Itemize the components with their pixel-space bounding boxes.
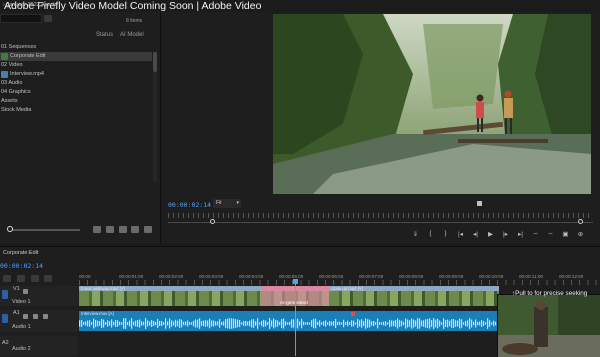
zoom-select[interactable]: Fit ▾ bbox=[213, 199, 241, 208]
column-header-ai-model[interactable]: AI Model bbox=[120, 32, 144, 38]
ruler-label: 00:00:08:00 bbox=[399, 274, 424, 279]
ai-generated-badge: AI-generated bbox=[280, 301, 308, 306]
video-clip[interactable]: close up.mp4 [V] bbox=[329, 286, 499, 306]
ruler-label: 00:00:09:00 bbox=[439, 274, 464, 279]
ruler-label: 00:00:12:00 bbox=[559, 274, 584, 279]
bin-path: January 2022 Assets bbox=[6, 2, 58, 8]
audio-clip[interactable]: Interview.mov [A] bbox=[79, 311, 499, 331]
tab-menu-icon[interactable]: ≡ bbox=[28, 250, 31, 256]
search-icon[interactable] bbox=[106, 226, 114, 233]
forest-scene-image bbox=[273, 14, 591, 194]
track-target-a1[interactable] bbox=[2, 314, 8, 323]
seeking-tip: ↑Pull to for precise seeking bbox=[512, 290, 588, 297]
effect-marker-icon bbox=[351, 312, 355, 316]
project-list: 01 Sequences Corporate Edit 02 Video Int… bbox=[0, 43, 152, 115]
track-name-a2: Audio 2 bbox=[12, 346, 31, 352]
playhead[interactable] bbox=[295, 284, 296, 356]
track-target-v1[interactable] bbox=[2, 290, 8, 299]
go-to-in-icon[interactable]: |◂ bbox=[457, 230, 464, 238]
track-id-v1: V1 bbox=[13, 286, 20, 292]
extract-icon[interactable]: ⇔ bbox=[547, 230, 554, 237]
list-item[interactable]: 04 Graphics bbox=[0, 88, 152, 97]
list-item[interactable]: 02 Video bbox=[0, 61, 152, 70]
list-item[interactable]: 03 Audio bbox=[0, 79, 152, 88]
monitor-ruler[interactable] bbox=[168, 213, 593, 218]
list-item[interactable]: Interview.mp4 bbox=[0, 70, 152, 79]
step-back-icon[interactable]: ◂| bbox=[472, 230, 479, 238]
linked-selection-icon[interactable] bbox=[17, 275, 25, 282]
zoom-handle-right[interactable] bbox=[578, 219, 583, 224]
mark-in-icon[interactable]: { bbox=[427, 230, 434, 237]
monitor-settings-icon[interactable] bbox=[477, 201, 482, 206]
bin-breadcrumb[interactable]: › January 2022 Assets bbox=[3, 2, 57, 8]
solo-icon[interactable] bbox=[33, 314, 38, 319]
folder-icon[interactable] bbox=[131, 226, 139, 233]
new-item-icon[interactable] bbox=[119, 226, 127, 233]
list-item[interactable]: 01 Sequences bbox=[0, 43, 152, 52]
ruler-label: 00:00:06:00 bbox=[319, 274, 344, 279]
ruler-label: 00:00:05:00 bbox=[279, 274, 304, 279]
add-button-icon[interactable]: ⊕ bbox=[577, 230, 584, 238]
list-item[interactable]: Assets bbox=[0, 97, 152, 106]
step-forward-icon[interactable]: |▸ bbox=[502, 230, 509, 238]
tab-sequence[interactable]: Corporate Edit bbox=[3, 250, 38, 256]
ruler-label: 00:00:07:00 bbox=[359, 274, 384, 279]
play-icon[interactable]: ▶ bbox=[487, 230, 494, 238]
ruler-label: 00:00:03:00 bbox=[199, 274, 224, 279]
pencil-icon[interactable] bbox=[93, 226, 101, 233]
track-id-a1: A1 bbox=[13, 310, 20, 316]
wrench-icon[interactable] bbox=[44, 275, 52, 282]
video-clip[interactable]: forest walkway.mp4 [V] bbox=[79, 286, 261, 306]
track-name-v1: Video 1 bbox=[12, 299, 31, 305]
column-header-status[interactable]: Status bbox=[96, 32, 113, 38]
list-item[interactable]: Corporate Edit bbox=[0, 52, 152, 61]
ruler-label: 00:00:10:00 bbox=[479, 274, 504, 279]
snap-icon[interactable] bbox=[3, 275, 11, 282]
items-count: 8 items bbox=[126, 18, 143, 24]
export-frame-icon[interactable]: ▣ bbox=[562, 230, 569, 238]
transport-controls: ⇓ { } |◂ ◂| ▶ |▸ ▸| ⇔ ⇔ ▣ ⊕ bbox=[412, 229, 584, 238]
add-marker-icon[interactable] bbox=[31, 275, 39, 282]
trash-icon[interactable] bbox=[144, 226, 152, 233]
ruler-label: 00:00:11:00 bbox=[519, 274, 543, 279]
mark-out-icon[interactable]: } bbox=[442, 230, 449, 237]
video-clip-icon bbox=[1, 71, 8, 78]
new-bin-icon[interactable] bbox=[44, 15, 52, 22]
program-timecode[interactable]: 00:00:02:14 bbox=[168, 201, 211, 209]
clip-thumbnails bbox=[79, 291, 261, 306]
eye-icon[interactable] bbox=[23, 289, 28, 294]
ruler-label: 00:00:04:00 bbox=[239, 274, 264, 279]
slider-knob[interactable] bbox=[7, 226, 13, 232]
timeline-ruler-ticks[interactable] bbox=[79, 280, 600, 285]
ruler-label: 00:00:01:00 bbox=[119, 274, 144, 279]
list-item[interactable]: Stock Media bbox=[0, 106, 152, 115]
project-scrollbar-thumb[interactable] bbox=[153, 52, 157, 72]
zoom-handle-left[interactable] bbox=[210, 219, 215, 224]
clip-thumbnails bbox=[329, 291, 499, 306]
ruler-label: 00:00 bbox=[79, 274, 91, 279]
monitor-playback-bar[interactable] bbox=[168, 222, 593, 223]
ruler-label: 00:00:02:00 bbox=[159, 274, 184, 279]
go-to-out-icon[interactable]: ▸| bbox=[517, 230, 524, 238]
thumbnail-size-slider[interactable] bbox=[10, 229, 80, 231]
track-id-a2: A2 bbox=[2, 340, 9, 346]
timeline-timecode[interactable]: 00:00:02:14 bbox=[0, 262, 43, 270]
sequence-icon bbox=[1, 53, 8, 60]
chevron-down-icon: ▾ bbox=[236, 200, 239, 206]
microphone-icon[interactable] bbox=[43, 314, 48, 319]
audio-waveform bbox=[79, 318, 499, 329]
add-marker-icon[interactable]: ⇓ bbox=[412, 230, 419, 238]
presenter-image bbox=[498, 295, 600, 357]
search-input[interactable] bbox=[0, 14, 42, 23]
lift-icon[interactable]: ⇔ bbox=[532, 230, 539, 237]
track-name-a1: Audio 1 bbox=[12, 324, 31, 330]
mute-icon[interactable] bbox=[23, 314, 28, 319]
program-video-frame[interactable] bbox=[273, 14, 591, 194]
presenter-video-overlay bbox=[497, 294, 600, 357]
